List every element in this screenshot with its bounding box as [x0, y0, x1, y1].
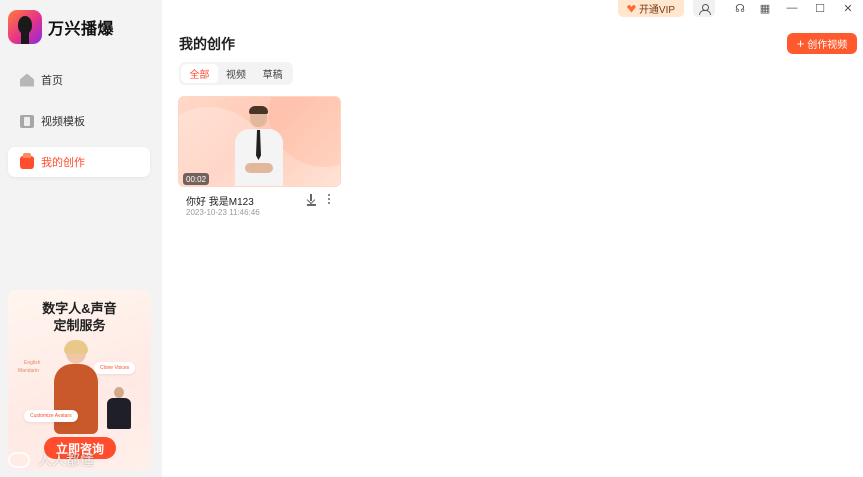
tab-drafts[interactable]: 草稿: [254, 64, 291, 83]
presenter-avatar: [231, 106, 287, 186]
minimize-icon[interactable]: —: [782, 0, 802, 16]
watermark-logo-icon: [8, 452, 30, 468]
sidebar: 万兴播爆 首页 视频模板 我的创作 数字人&声音 定制服务 English Ma…: [0, 0, 162, 477]
download-icon-base: [307, 204, 316, 206]
user-account-button[interactable]: [693, 0, 715, 17]
more-options-icon[interactable]: [326, 193, 332, 205]
filter-tabs: 全部 视频 草稿: [179, 62, 293, 85]
promo-tag-customize-avatars: Customize Avatars: [24, 410, 78, 422]
sidebar-item-home[interactable]: 首页: [8, 65, 150, 95]
promo-language-label: Mandarin: [18, 368, 39, 374]
video-card[interactable]: 00:02 你好 我是M123 2023-10-23 11:46:46: [178, 96, 341, 220]
promo-banner[interactable]: 数字人&声音 定制服务 English Mandarin Clone Voice…: [8, 290, 151, 470]
open-vip-button[interactable]: 开通VIP: [618, 0, 684, 17]
video-duration-badge: 00:02: [183, 173, 210, 185]
promo-title: 数字人&声音 定制服务: [42, 301, 117, 333]
crown-icon: [626, 4, 636, 13]
sidebar-item-my-creation[interactable]: 我的创作: [8, 147, 150, 177]
home-icon: [20, 73, 34, 87]
maximize-icon[interactable]: ☐: [810, 0, 830, 16]
tab-all[interactable]: 全部: [181, 64, 218, 83]
video-thumbnail[interactable]: 00:02: [178, 96, 341, 187]
sidebar-item-label: 我的创作: [41, 157, 85, 169]
promo-avatar-man: [106, 387, 132, 429]
promo-avatar-woman: [52, 340, 100, 442]
my-creation-icon: [20, 152, 34, 169]
video-title: 你好 我是M123: [186, 197, 254, 208]
plus-icon: +: [796, 36, 805, 51]
brand[interactable]: 万兴播爆: [8, 10, 114, 44]
close-icon[interactable]: ✕: [838, 0, 858, 16]
promo-language-label: English: [24, 360, 41, 366]
sidebar-item-label: 首页: [41, 75, 63, 87]
create-video-button[interactable]: + 创作视频: [787, 33, 857, 54]
app-name: 万兴播爆: [48, 21, 115, 38]
sidebar-item-label: 视频模板: [41, 116, 85, 128]
video-date: 2023-10-23 11:46:46: [186, 208, 260, 217]
tab-videos[interactable]: 视频: [218, 64, 255, 83]
grid-icon[interactable]: ▦: [755, 0, 775, 16]
user-icon: [699, 3, 711, 15]
sidebar-item-templates[interactable]: 视频模板: [8, 106, 150, 136]
promo-tag-clone-voices: Clone Voices: [94, 362, 136, 374]
headset-icon[interactable]: ☊: [730, 0, 750, 16]
app-logo-icon: [8, 10, 42, 44]
watermark: 人人都懂: [8, 450, 94, 470]
template-icon: [20, 114, 34, 128]
page-title: 我的创作: [179, 36, 235, 52]
